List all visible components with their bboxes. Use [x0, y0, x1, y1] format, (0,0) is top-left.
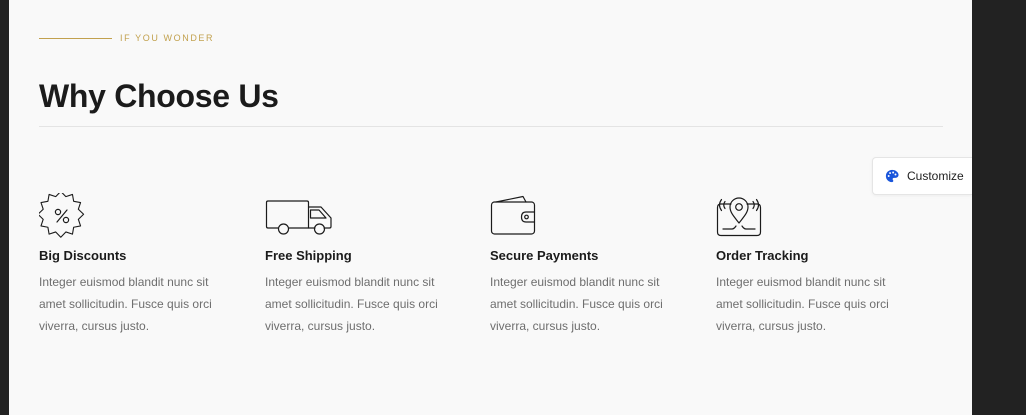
feature-title: Big Discounts	[39, 248, 127, 263]
feature-title: Secure Payments	[490, 248, 599, 263]
feature-description: Integer euismod blandit nunc sit amet so…	[490, 275, 663, 333]
wallet-icon	[490, 193, 536, 239]
feature-title: Order Tracking	[716, 248, 809, 263]
palette-icon	[885, 169, 899, 183]
discount-badge-icon	[39, 193, 85, 239]
section-title: Why Choose Us	[39, 78, 279, 114]
feature-title: Free Shipping	[265, 248, 352, 263]
section-divider	[39, 126, 943, 127]
feature-order-tracking: Order Tracking Integer euismod blandit n…	[716, 193, 906, 337]
feature-big-discounts: Big Discounts Integer euismod blandit nu…	[39, 193, 229, 337]
delivery-truck-icon	[265, 193, 337, 239]
why-choose-us-section: IF YOU WONDER Why Choose Us Big Discount…	[9, 0, 972, 415]
feature-secure-payments: Secure Payments Integer euismod blandit …	[490, 193, 680, 337]
eyebrow-text: IF YOU WONDER	[120, 33, 215, 43]
eyebrow-line	[39, 37, 112, 39]
feature-free-shipping: Free Shipping Integer euismod blandit nu…	[265, 193, 455, 337]
customize-label: Customize	[907, 169, 964, 183]
feature-description: Integer euismod blandit nunc sit amet so…	[39, 275, 212, 333]
feature-description: Integer euismod blandit nunc sit amet so…	[265, 275, 438, 333]
customize-button[interactable]: Customize	[872, 157, 972, 195]
feature-description: Integer euismod blandit nunc sit amet so…	[716, 275, 889, 333]
location-tracking-icon	[716, 193, 762, 239]
eyebrow: IF YOU WONDER	[39, 32, 214, 44]
